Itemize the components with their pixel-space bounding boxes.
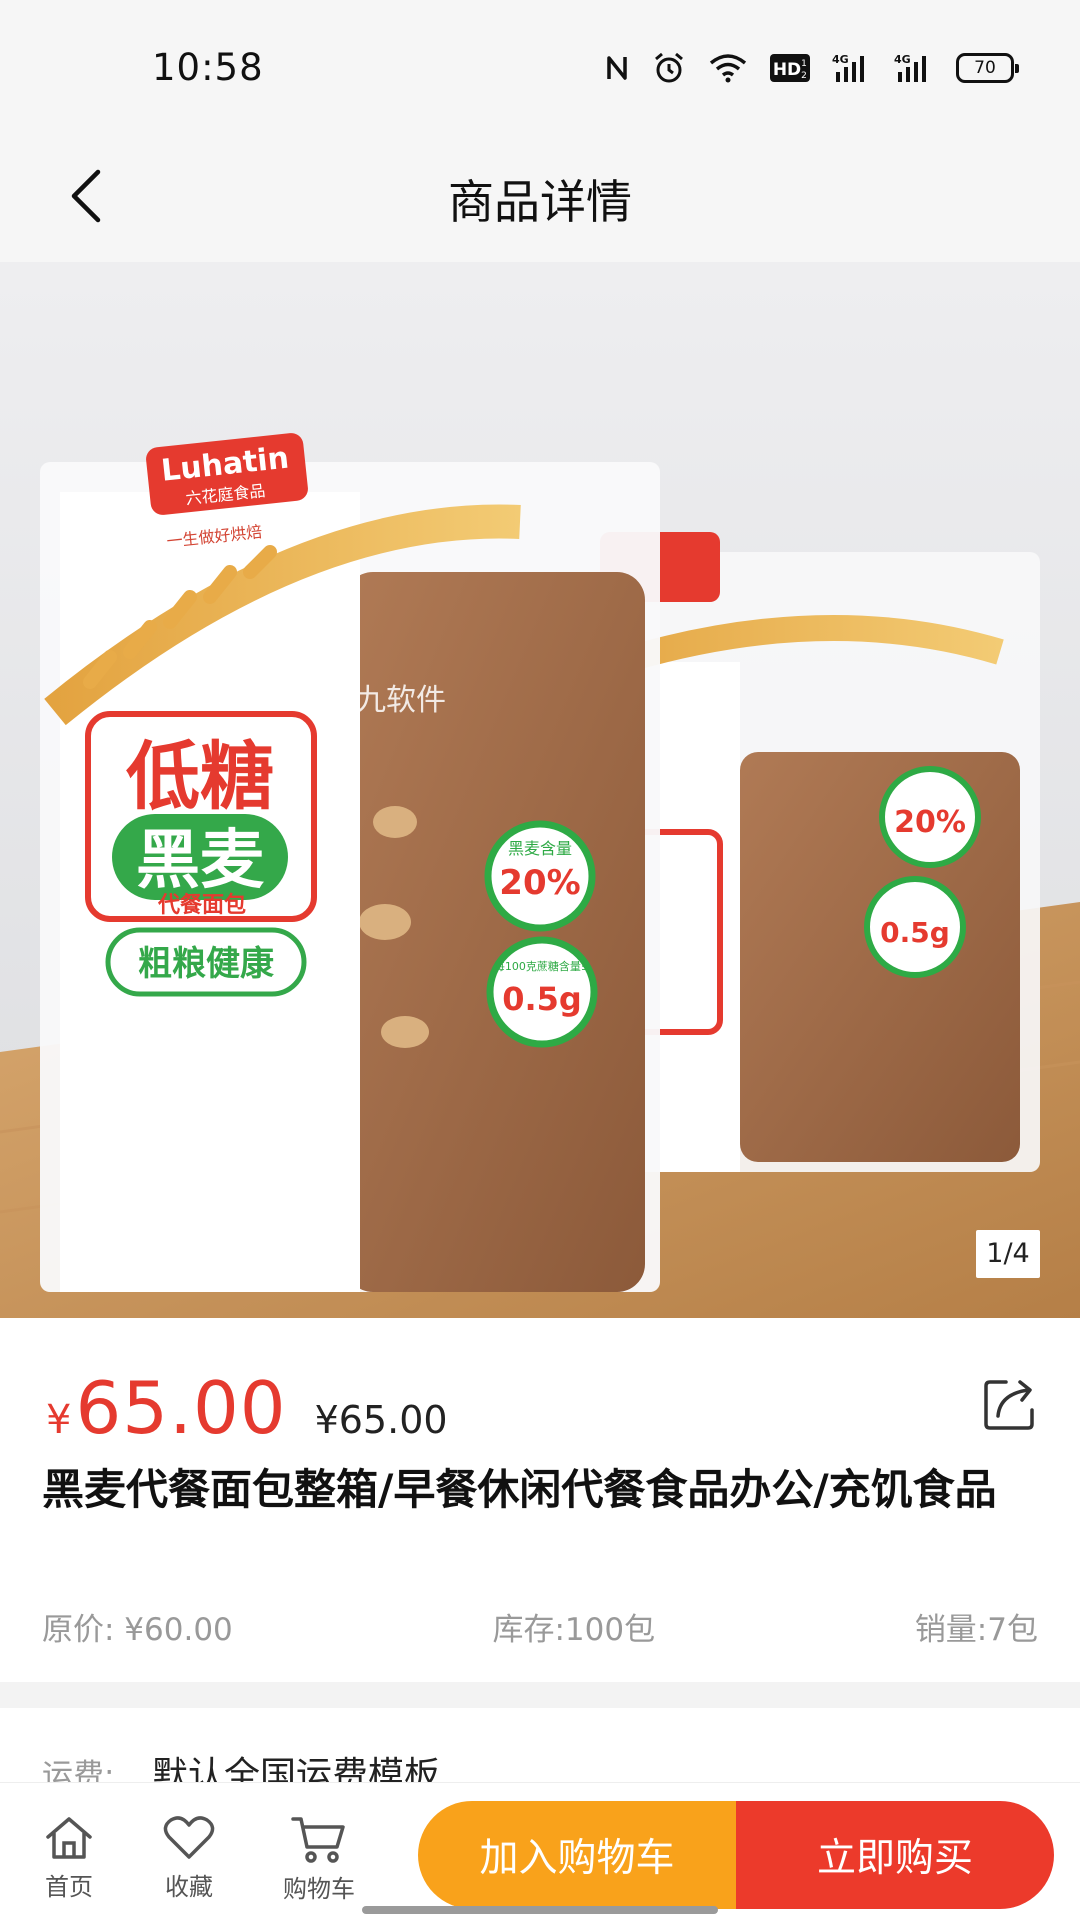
battery-level: 70 [974, 58, 996, 78]
home-indicator[interactable] [362, 1906, 718, 1914]
product-meta: 原价: ¥60.00 库存:100包 销量:7包 [42, 1604, 1038, 1649]
share-icon [984, 1380, 1034, 1430]
secondary-price: ¥65.00 [314, 1398, 448, 1442]
signal-4g-icon: 4G [894, 52, 934, 84]
price-symbol: ¥ [46, 1397, 72, 1443]
home-icon [46, 1817, 92, 1859]
sticker-back-value-1: 20% [894, 805, 966, 840]
product-info: ¥ 65.00 ¥65.00 黑麦代餐面包整箱/早餐休闲代餐食品办公/充饥食品 … [0, 1318, 1080, 1682]
bottom-action-bar: 首页 收藏 购物车 加入购物车 立即购买 [0, 1782, 1080, 1920]
cart-label: 购物车 [283, 1875, 355, 1903]
sales-count: 销量:7包 [914, 1612, 1038, 1648]
nav-bar: 商品详情 [0, 130, 1080, 262]
current-price: 65.00 [75, 1366, 287, 1450]
product-image: 20% 0.5g Luhatin 六花庭食品 一生做好烘焙 低糖 黑麦 代餐面包… [0, 262, 1080, 1318]
price-row: ¥ 65.00 ¥65.00 [46, 1366, 448, 1450]
buy-now-button[interactable]: 立即购买 [736, 1801, 1054, 1909]
page-indicator: 1/4 [976, 1230, 1040, 1278]
hd-label: HD [773, 60, 801, 80]
svg-text:2: 2 [801, 71, 807, 81]
product-image-carousel[interactable]: 20% 0.5g Luhatin 六花庭食品 一生做好烘焙 低糖 黑麦 代餐面包… [0, 262, 1080, 1318]
battery-icon: 70 [956, 53, 1019, 83]
stock: 库存:100包 [492, 1612, 656, 1648]
cart-tab[interactable]: 购物车 [264, 1783, 374, 1921]
status-icons: HD 1 2 4G 4G 70 [604, 48, 1019, 88]
alarm-icon [652, 51, 686, 85]
share-button[interactable] [978, 1372, 1042, 1436]
signal-4g-icon: 4G [832, 52, 872, 84]
product-title: 黑麦代餐面包整箱/早餐休闲代餐食品办公/充饥食品 [42, 1465, 997, 1514]
page-title: 商品详情 [448, 175, 632, 229]
original-price: 原价: ¥60.00 [42, 1612, 233, 1648]
status-time: 10:58 [152, 46, 264, 89]
wifi-icon [708, 52, 748, 84]
watermark: 五九软件 [326, 683, 446, 718]
add-to-cart-button[interactable]: 加入购物车 [418, 1801, 736, 1909]
package-tagline: 粗粮健康 [138, 944, 274, 984]
hd-icon: HD 1 2 [770, 53, 810, 83]
package-headline-2: 黑麦 [136, 824, 264, 898]
heart-icon [163, 1816, 215, 1859]
sticker-2-value: 0.5g [502, 980, 582, 1018]
sticker-1-label: 黑麦含量 [508, 839, 572, 858]
home-tab[interactable]: 首页 [14, 1783, 124, 1921]
favorite-label: 收藏 [165, 1873, 213, 1901]
cart-icon [291, 1817, 345, 1863]
svg-text:1: 1 [801, 59, 807, 69]
package-headline-1: 低糖 [126, 734, 274, 820]
sticker-1-value: 20% [499, 863, 580, 903]
home-label: 首页 [45, 1873, 93, 1901]
status-bar: 10:58 HD 1 2 4G 4G 70 [0, 0, 1080, 130]
network-label-2: 4G [894, 53, 911, 66]
sticker-2-label: 每100克蔗糖含量≤ [494, 959, 590, 973]
network-label-1: 4G [832, 53, 849, 66]
shipping-row[interactable]: 运费: 默认全国运费模板 [0, 1708, 1080, 1788]
package-subtitle: 代餐面包 [157, 892, 246, 918]
section-divider [0, 1682, 1080, 1708]
sticker-back-value-2: 0.5g [880, 916, 950, 949]
nfc-icon [604, 53, 630, 83]
favorite-tab[interactable]: 收藏 [134, 1783, 244, 1921]
